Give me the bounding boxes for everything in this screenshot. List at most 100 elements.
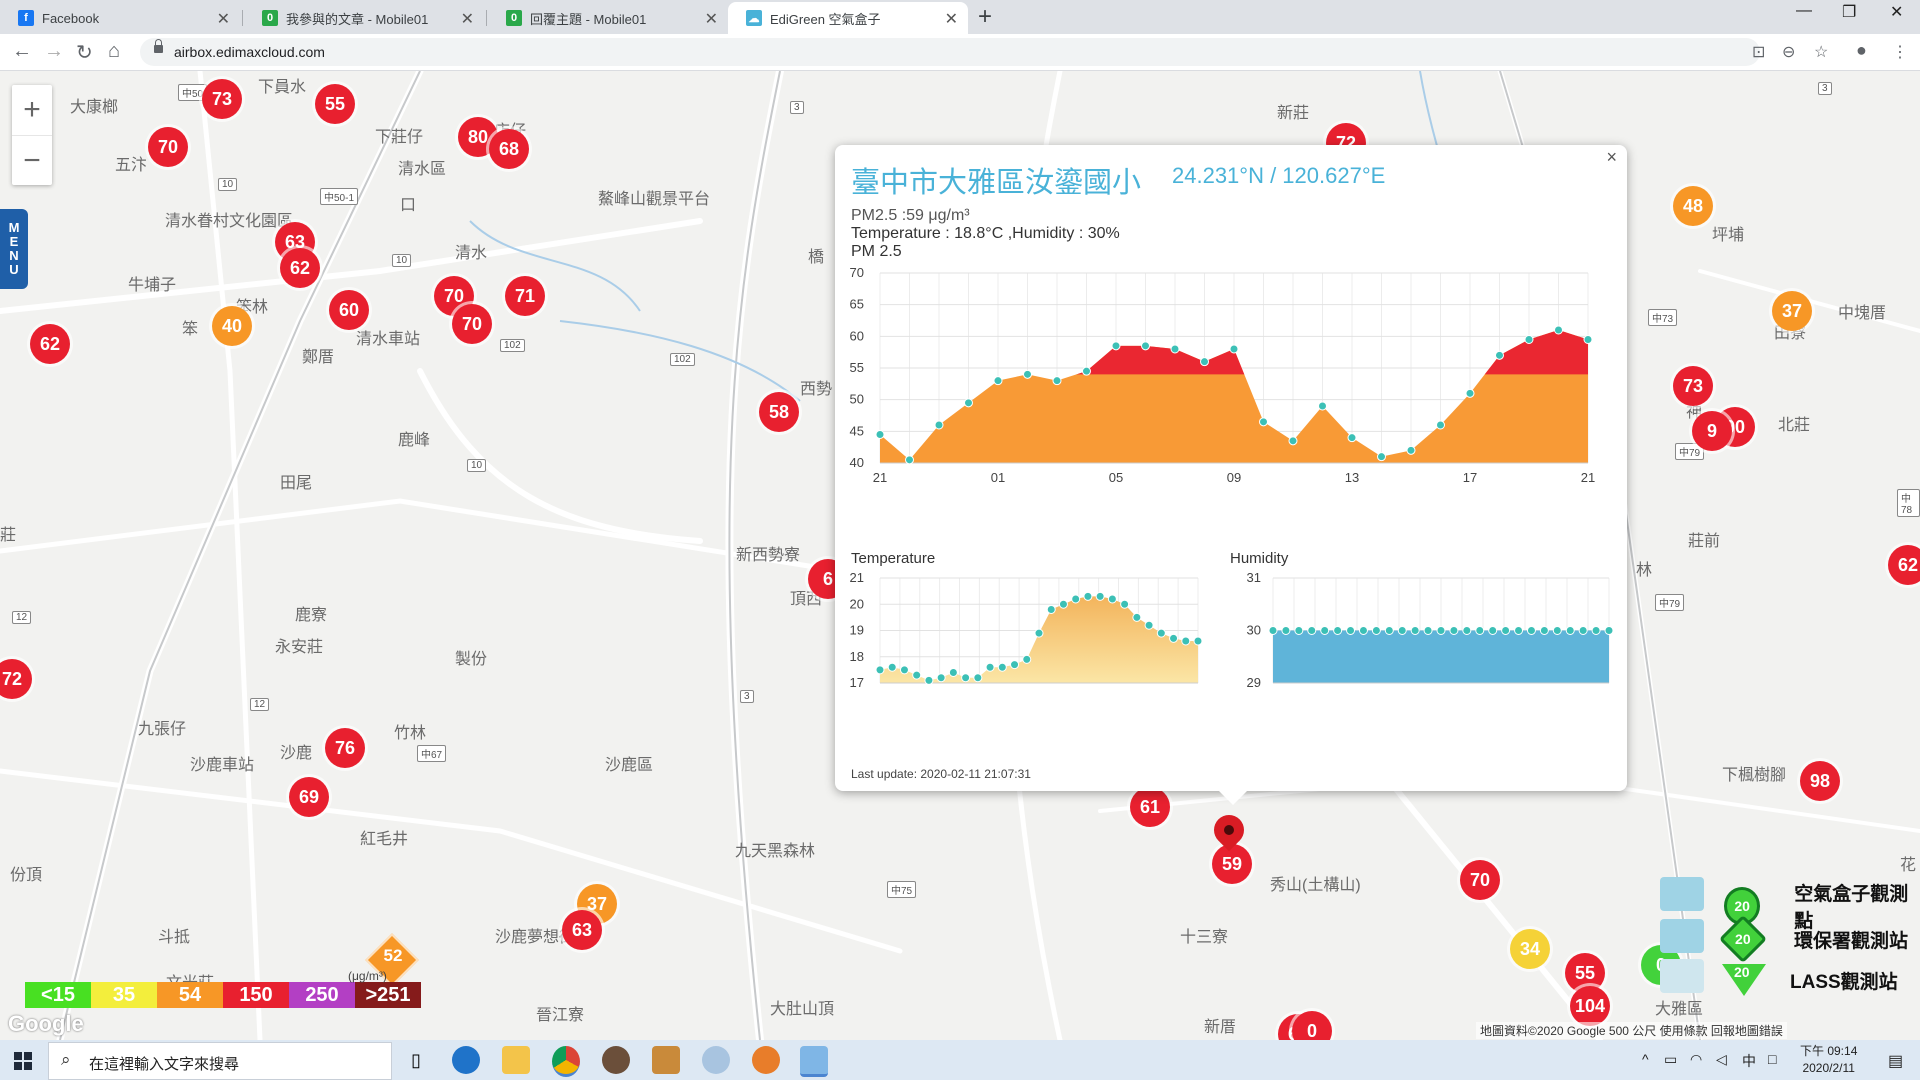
close-icon[interactable]: ✕ — [705, 9, 718, 29]
place-label: 五汴 — [115, 157, 148, 174]
airbox-marker[interactable]: 63 — [562, 910, 602, 950]
airbox-marker[interactable]: 62 — [280, 248, 320, 288]
map-attribution[interactable]: 地圖資料©2020 Google 500 公尺 使用條款 回報地圖錯誤 — [1476, 1022, 1787, 1039]
y-tick-label: 18 — [850, 649, 864, 664]
data-point — [1058, 599, 1068, 609]
airbox-marker[interactable]: 104 — [1570, 986, 1610, 1026]
app-icon[interactable] — [800, 1046, 828, 1077]
taskbar-search[interactable]: ⌕ 在這裡輸入文字來搜尋 — [48, 1042, 392, 1080]
airbox-marker[interactable]: 55 — [315, 84, 355, 124]
airbox-marker[interactable]: 59 — [1212, 844, 1252, 884]
data-point — [985, 662, 995, 672]
browser-tab-strip: f Facebook ✕ 0 我參與的文章 - Mobile01 ✕ 0 回覆主… — [0, 0, 1920, 34]
place-label: 份頂 — [10, 867, 43, 884]
menu-button[interactable]: M E N U — [0, 209, 28, 289]
close-icon[interactable]: ✕ — [461, 9, 474, 29]
forward-icon[interactable]: → — [44, 40, 64, 63]
airbox-marker[interactable]: 34 — [1510, 929, 1550, 969]
app-icon[interactable] — [602, 1046, 630, 1074]
airbox-marker[interactable]: 73 — [202, 79, 242, 119]
clock[interactable]: 下午 09:14 2020/2/11 — [1800, 1043, 1857, 1077]
map-canvas[interactable]: 大康榔下員水五汴下莊仔新店仔清水區口清水眷村文化園區牛埔子笨林笨鄭厝清水清水車站… — [0, 71, 1920, 1040]
tab-edigreen[interactable]: ☁ EdiGreen 空氣盒子 ✕ — [728, 2, 968, 34]
translate-icon[interactable]: ⊡ — [1752, 42, 1765, 62]
airbox-marker[interactable]: 71 — [505, 276, 545, 316]
reload-icon[interactable]: ↻ — [76, 40, 93, 65]
ime-indicator[interactable]: 中 — [1742, 1051, 1756, 1071]
airbox-marker[interactable]: 40 — [212, 306, 252, 346]
new-tab-button[interactable]: + — [978, 3, 992, 31]
tab-mobile01-reply[interactable]: 0 回覆主題 - Mobile01 ✕ — [488, 2, 728, 34]
close-icon[interactable]: ✕ — [217, 9, 230, 29]
airbox-marker[interactable]: 37 — [1772, 291, 1812, 331]
airbox-marker[interactable]: 70 — [1460, 860, 1500, 900]
tab-mobile01-articles[interactable]: 0 我參與的文章 - Mobile01 ✕ — [244, 2, 484, 34]
y-tick-label: 65 — [850, 297, 864, 312]
minimize-icon[interactable]: — — [1796, 2, 1812, 20]
blender-icon[interactable] — [752, 1046, 780, 1074]
task-view-icon[interactable]: ▯ — [402, 1046, 430, 1074]
back-icon[interactable]: ← — [12, 40, 32, 63]
airbox-marker[interactable]: 62 — [1888, 545, 1920, 585]
zoom-icon[interactable]: ⊖ — [1782, 42, 1795, 62]
airbox-marker[interactable]: 98 — [1800, 761, 1840, 801]
airbox-marker[interactable]: 58 — [759, 392, 799, 432]
tab-facebook[interactable]: f Facebook ✕ — [0, 2, 240, 34]
airbox-marker[interactable]: 73 — [1673, 366, 1713, 406]
home-icon[interactable]: ⌂ — [108, 40, 120, 63]
data-point — [1156, 628, 1166, 638]
close-popup-button[interactable]: × — [1606, 147, 1617, 168]
data-point — [936, 673, 946, 683]
airbox-marker[interactable]: 68 — [489, 129, 529, 169]
y-tick-label: 20 — [850, 596, 864, 611]
battery-icon[interactable]: ▭ — [1664, 1051, 1677, 1068]
close-icon[interactable]: ✕ — [945, 9, 958, 29]
place-label: 沙鹿 — [280, 745, 313, 762]
profile-icon[interactable]: ● — [1856, 40, 1867, 61]
y-tick-label: 29 — [1247, 675, 1261, 690]
app-icon[interactable] — [702, 1046, 730, 1074]
airbox-marker[interactable]: 62 — [30, 324, 70, 364]
airbox-marker[interactable]: 76 — [325, 728, 365, 768]
place-label: 紅毛井 — [360, 831, 409, 848]
ime-mode-icon[interactable]: □ — [1768, 1051, 1776, 1067]
airbox-marker[interactable]: 61 — [1130, 787, 1170, 827]
close-window-icon[interactable]: ✕ — [1890, 2, 1903, 22]
place-label: 晉江寮 — [536, 1007, 585, 1024]
airbox-marker[interactable]: 60 — [329, 290, 369, 330]
app-icon[interactable] — [652, 1046, 680, 1074]
notification-icon[interactable]: ▤ — [1888, 1051, 1903, 1071]
airbox-marker[interactable]: 69 — [289, 777, 329, 817]
menu-dots-icon[interactable]: ⋮ — [1892, 42, 1908, 62]
network-icon[interactable]: ◠ — [1690, 1051, 1702, 1068]
data-point — [1347, 433, 1357, 443]
volume-icon[interactable]: ◁ — [1716, 1051, 1727, 1068]
airbox-marker[interactable]: 70 — [452, 304, 492, 344]
zoom-out-button[interactable]: − — [12, 135, 52, 186]
address-bar[interactable]: airbox.edimaxcloud.com — [140, 38, 1760, 66]
data-point — [1034, 628, 1044, 638]
data-point — [1082, 366, 1091, 376]
data-point — [1333, 626, 1343, 635]
airbox-marker[interactable]: 9 — [1692, 411, 1732, 451]
data-point — [1022, 654, 1032, 664]
airbox-marker[interactable]: 48 — [1673, 186, 1713, 226]
data-point — [1488, 626, 1498, 635]
tray-chevron-icon[interactable]: ^ — [1642, 1051, 1649, 1067]
restore-icon[interactable]: ❐ — [1842, 2, 1856, 22]
chrome-icon[interactable] — [552, 1046, 580, 1077]
data-point — [1120, 599, 1130, 609]
zoom-in-button[interactable]: + — [12, 85, 52, 135]
windows-start-icon[interactable] — [14, 1052, 32, 1070]
bookmark-star-icon[interactable]: ☆ — [1814, 42, 1828, 62]
edge-icon[interactable] — [452, 1046, 480, 1074]
search-placeholder: 在這裡輸入文字來搜尋 — [89, 1056, 240, 1073]
file-explorer-icon[interactable] — [502, 1046, 530, 1074]
data-point — [887, 662, 897, 672]
data-point — [1107, 594, 1117, 604]
edigreen-icon: ☁ — [746, 10, 762, 26]
data-point — [948, 668, 958, 677]
airbox-marker[interactable]: 70 — [148, 127, 188, 167]
data-point — [1465, 388, 1475, 398]
place-label: 鰲峰山觀景平台 — [598, 191, 711, 208]
